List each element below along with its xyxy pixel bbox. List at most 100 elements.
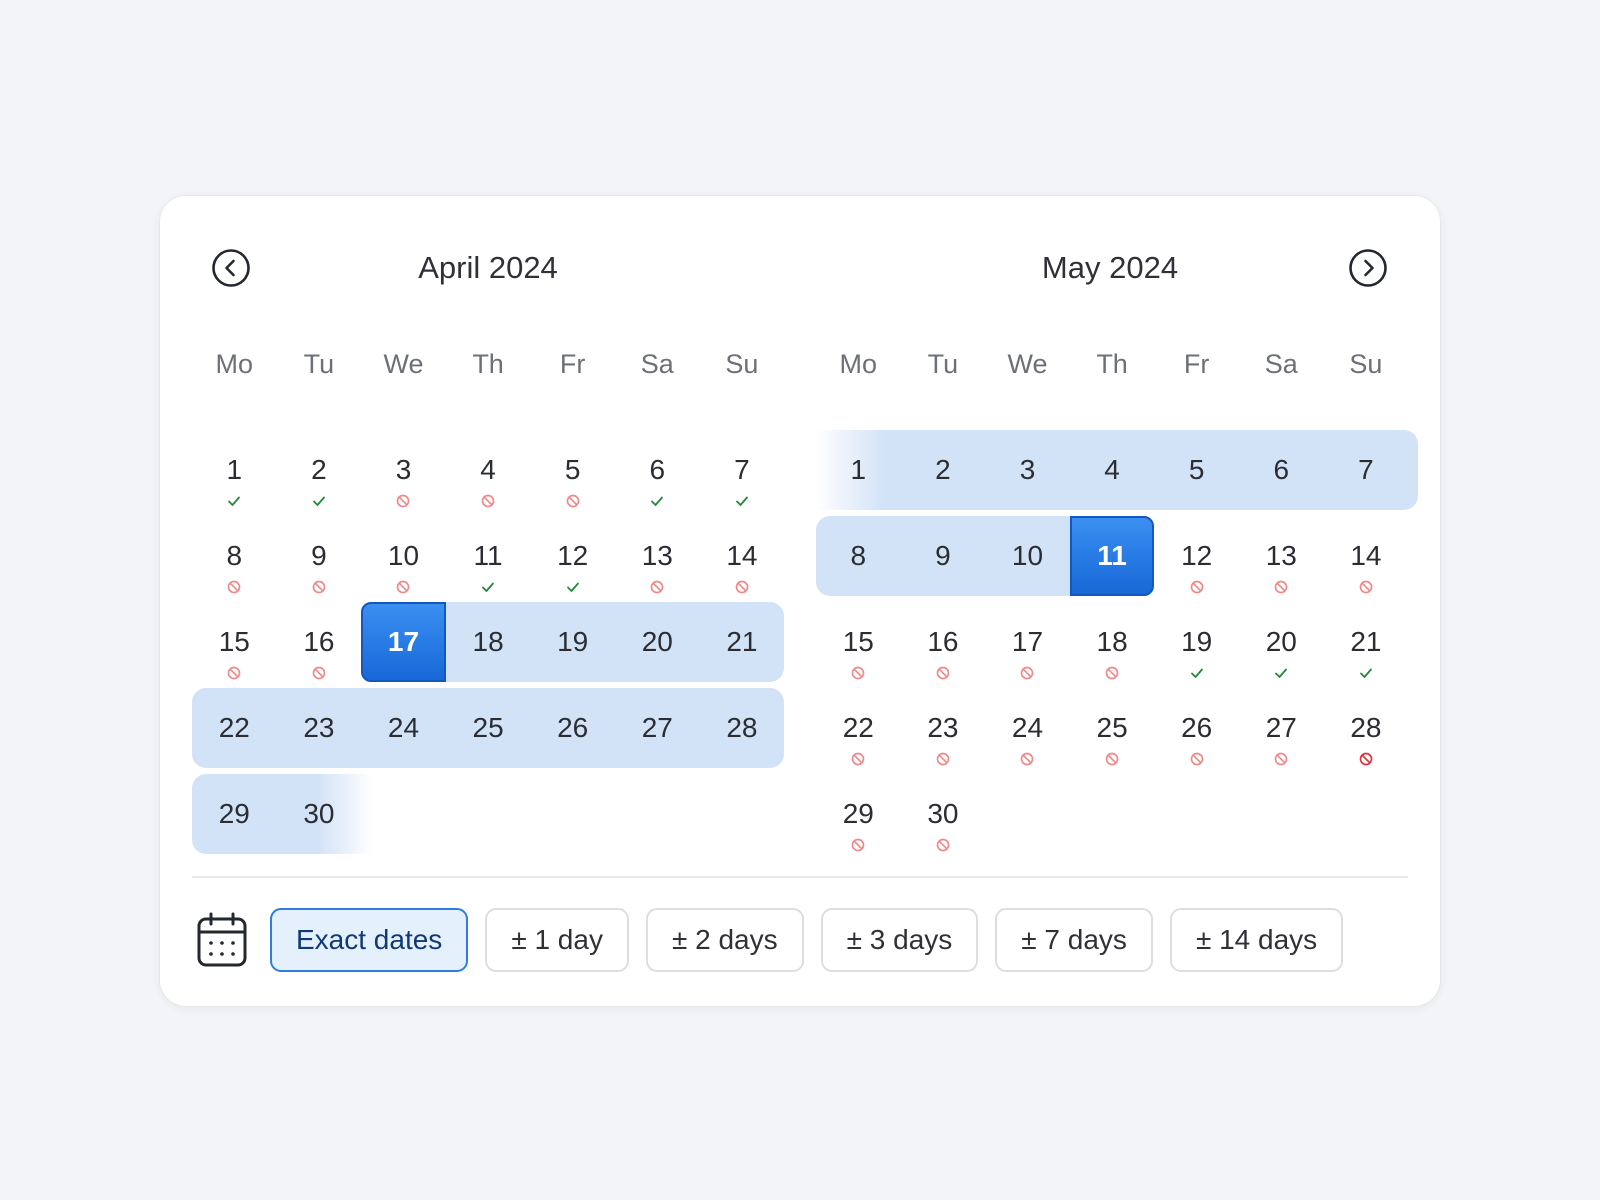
- day-cell[interactable]: 7: [700, 430, 785, 510]
- day-cell[interactable]: 5: [1154, 430, 1239, 510]
- day-cell[interactable]: 21: [1324, 602, 1409, 682]
- day-cell[interactable]: 30: [277, 774, 362, 854]
- day-cell[interactable]: 16: [901, 602, 986, 682]
- day-cell[interactable]: 22: [816, 688, 901, 768]
- day-cell[interactable]: 10: [361, 516, 446, 596]
- day-cell[interactable]: 10: [985, 516, 1070, 596]
- day-cell[interactable]: 6: [615, 430, 700, 510]
- day-cell[interactable]: 27: [1239, 688, 1324, 768]
- day-cell[interactable]: 13: [1239, 516, 1324, 596]
- unavailable-icon: [1190, 752, 1204, 766]
- day-cell[interactable]: 7: [1324, 430, 1409, 510]
- day-cell[interactable]: 29: [192, 774, 277, 854]
- day-cell[interactable]: 26: [530, 688, 615, 768]
- day-cell[interactable]: 28: [700, 688, 785, 768]
- weekday-header: Mo Tu We Th Fr Sa Su: [192, 344, 784, 384]
- day-cell[interactable]: 3: [985, 430, 1070, 510]
- day-status: [734, 494, 750, 508]
- plus-minus-7-days-button[interactable]: ± 7 days: [995, 908, 1153, 972]
- day-cell[interactable]: 9: [901, 516, 986, 596]
- plus-minus-14-days-button[interactable]: ± 14 days: [1169, 908, 1344, 972]
- day-cell[interactable]: 24: [985, 688, 1070, 768]
- day-cell[interactable]: 25: [1070, 688, 1155, 768]
- day-cell[interactable]: 8: [192, 516, 277, 596]
- day-cell[interactable]: 24: [361, 688, 446, 768]
- day-cell[interactable]: 3: [361, 430, 446, 510]
- day-cell[interactable]: 27: [615, 688, 700, 768]
- unavailable-icon: [1021, 752, 1034, 766]
- weekday-header: Mo Tu We Th Fr Sa Su: [816, 344, 1408, 384]
- day-cell[interactable]: 16: [277, 602, 362, 682]
- day-cell[interactable]: 12: [1154, 516, 1239, 596]
- unavailable-icon: [227, 580, 241, 594]
- check-icon: [1359, 668, 1372, 678]
- day-number: 10: [1011, 540, 1044, 571]
- day-status: [1189, 666, 1205, 680]
- day-number: 15: [218, 626, 250, 657]
- day-cell[interactable]: 23: [901, 688, 986, 768]
- day-cell[interactable]: 4: [1070, 430, 1155, 510]
- unavailable-icon: [227, 666, 241, 680]
- day-cell[interactable]: 18: [1070, 602, 1155, 682]
- day-cell[interactable]: 18: [446, 602, 531, 682]
- day-cell[interactable]: 14: [700, 516, 785, 596]
- day-cell[interactable]: 20: [1239, 602, 1324, 682]
- weekday-label: We: [1007, 349, 1048, 379]
- day-cell[interactable]: 12: [530, 516, 615, 596]
- day-cell[interactable]: 21: [700, 602, 785, 682]
- day-cell[interactable]: 20: [615, 602, 700, 682]
- plus-minus-3-days-button[interactable]: ± 3 days: [820, 908, 979, 972]
- day-number: 21: [1350, 626, 1382, 657]
- day-number: 9: [935, 540, 951, 571]
- day-number: 21: [726, 626, 758, 657]
- unavailable-icon: [1105, 752, 1119, 766]
- day-status: [850, 666, 866, 680]
- day-cell[interactable]: 4: [446, 430, 531, 510]
- weekday-label: Fr: [559, 349, 586, 379]
- next-month-button[interactable]: [1348, 248, 1388, 288]
- plus-minus-2-days-button[interactable]: ± 2 days: [645, 908, 804, 972]
- day-cell[interactable]: 26: [1154, 688, 1239, 768]
- unavailable-icon: [1190, 580, 1204, 594]
- day-cell[interactable]: 28: [1324, 688, 1409, 768]
- selected-start-day[interactable]: 17: [361, 602, 446, 682]
- day-cell[interactable]: 13: [615, 516, 700, 596]
- day-status: [1189, 752, 1205, 766]
- day-cell[interactable]: 6: [1239, 430, 1324, 510]
- day-cell[interactable]: 1: [816, 430, 901, 510]
- day-cell[interactable]: 1: [192, 430, 277, 510]
- day-cell[interactable]: 22: [192, 688, 277, 768]
- day-status: [311, 580, 327, 594]
- day-number: 15: [842, 626, 874, 657]
- day-cell[interactable]: 15: [192, 602, 277, 682]
- day-cell[interactable]: 2: [277, 430, 362, 510]
- day-cell[interactable]: 15: [816, 602, 901, 682]
- day-number: 7: [734, 454, 750, 485]
- day-cell[interactable]: 9: [277, 516, 362, 596]
- day-cell[interactable]: 30: [901, 774, 986, 854]
- day-number: 25: [1096, 712, 1128, 743]
- day-number: 27: [641, 712, 673, 743]
- prev-month-button[interactable]: [211, 248, 251, 288]
- day-cell[interactable]: 5: [530, 430, 615, 510]
- day-cell[interactable]: 14: [1324, 516, 1409, 596]
- day-number: 11: [473, 540, 503, 571]
- plus-minus-1-day-button[interactable]: ± 1 day: [485, 908, 629, 972]
- day-cell[interactable]: 17: [985, 602, 1070, 682]
- day-cell[interactable]: 19: [530, 602, 615, 682]
- check-icon: [1275, 668, 1288, 678]
- weekday-label: Tu: [927, 349, 959, 379]
- day-cell[interactable]: 8: [816, 516, 901, 596]
- day-status: [565, 494, 581, 508]
- day-cell[interactable]: 11: [446, 516, 531, 596]
- day-status: [1358, 666, 1374, 680]
- day-cell[interactable]: 23: [277, 688, 362, 768]
- exact-dates-button[interactable]: Exact dates: [270, 908, 469, 972]
- day-cell[interactable]: 19: [1154, 602, 1239, 682]
- day-number: 7: [1358, 454, 1374, 485]
- day-cell[interactable]: 25: [446, 688, 531, 768]
- day-cell[interactable]: 2: [901, 430, 986, 510]
- day-cell[interactable]: 29: [816, 774, 901, 854]
- selected-end-day[interactable]: 11: [1069, 516, 1155, 596]
- check-icon: [482, 582, 494, 592]
